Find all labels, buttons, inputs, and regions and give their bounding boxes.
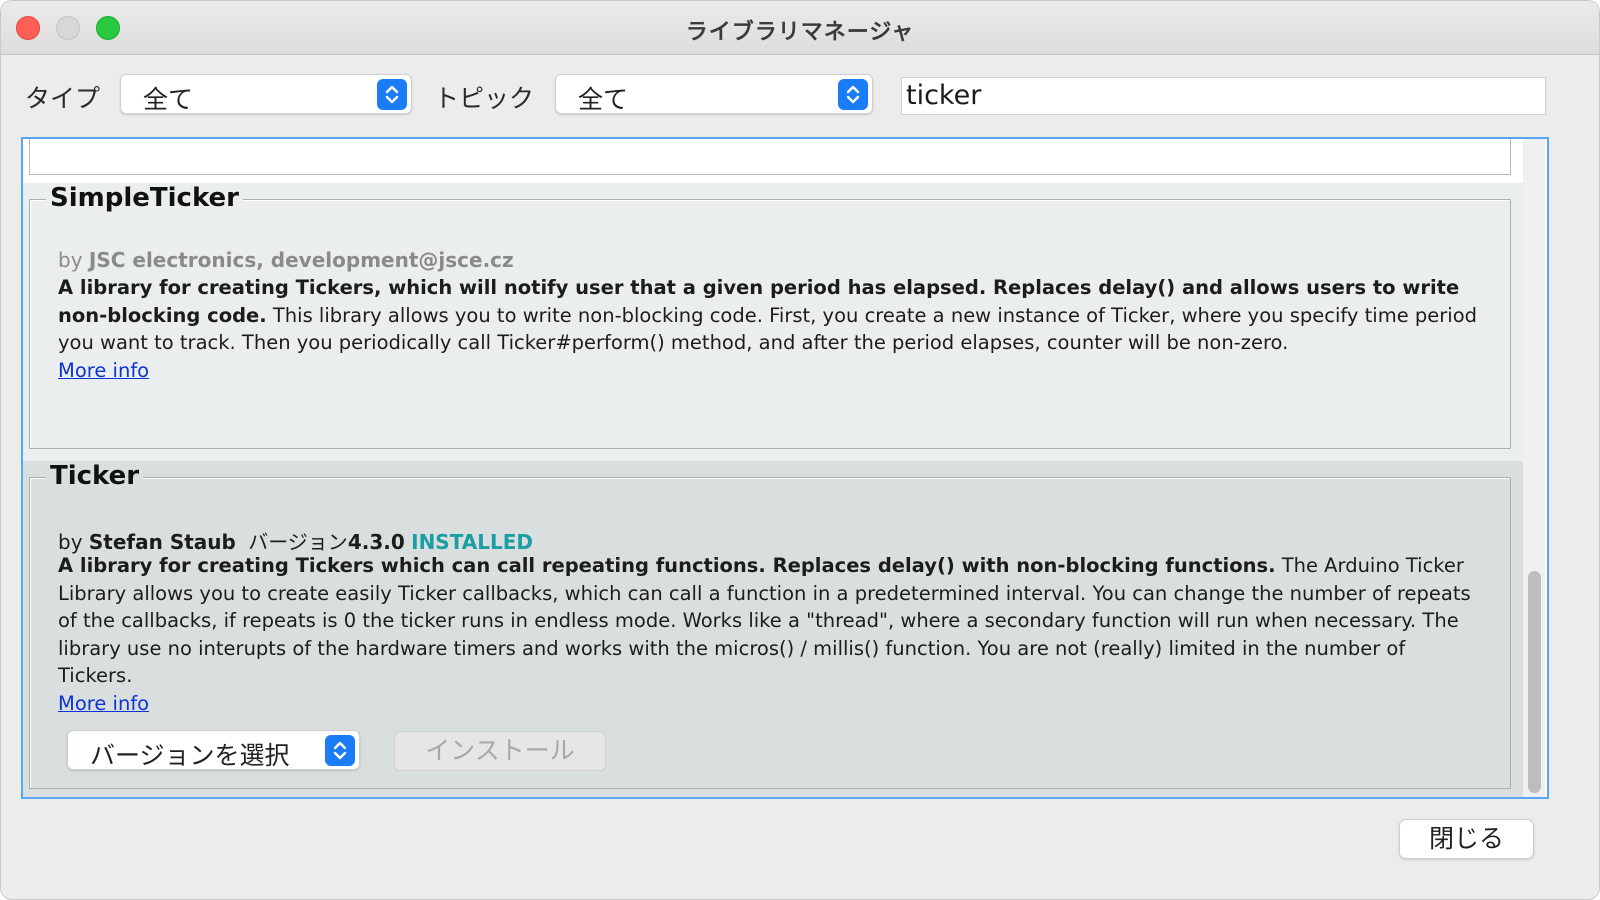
library-byline: by Stefan Staub バージョン4.3.0 INSTALLED xyxy=(58,526,533,555)
topic-filter-select[interactable]: 全て xyxy=(555,74,873,114)
type-filter-value: 全て xyxy=(143,85,194,114)
library-entry-selected[interactable]: Ticker by Stefan Staub バージョン4.3.0 INSTAL… xyxy=(23,461,1523,797)
more-info-link[interactable]: More info xyxy=(58,692,149,715)
library-manager-window: ライブラリマネージャ タイプ 全て トピック 全て ticker SimpleT… xyxy=(0,0,1600,900)
scrollbar-thumb[interactable] xyxy=(1528,571,1541,793)
up-down-stepper-icon xyxy=(838,79,868,110)
by-prefix: by xyxy=(58,530,83,554)
up-down-stepper-icon xyxy=(325,735,355,766)
library-description: A library for creating Tickers which can… xyxy=(58,552,1478,717)
library-name: SimpleTicker xyxy=(46,183,243,213)
title-bar: ライブラリマネージャ xyxy=(1,1,1599,55)
version-select[interactable]: バージョンを選択 xyxy=(67,730,360,770)
installed-badge: INSTALLED xyxy=(411,530,534,554)
scrollbar[interactable] xyxy=(1523,139,1545,797)
library-byline: by JSC electronics, development@jsce.cz xyxy=(58,248,514,272)
type-filter-select[interactable]: 全て xyxy=(120,74,412,114)
library-name: Ticker xyxy=(46,461,144,491)
library-entry[interactable]: SimpleTicker by JSC electronics, develop… xyxy=(23,183,1523,461)
library-details: This library allows you to write non-blo… xyxy=(58,303,1478,355)
topic-filter-label: トピック xyxy=(434,84,535,113)
library-author: JSC electronics, development@jsce.cz xyxy=(88,248,514,272)
version-select-value: バージョンを選択 xyxy=(90,741,290,770)
up-down-stepper-icon xyxy=(377,79,407,110)
type-filter-label: タイプ xyxy=(25,84,101,113)
search-input[interactable]: ticker xyxy=(901,77,1546,115)
library-author: Stefan Staub xyxy=(88,530,236,554)
topic-filter-value: 全て xyxy=(578,85,629,114)
by-prefix: by xyxy=(58,248,83,272)
previous-library-entry xyxy=(23,139,1523,183)
install-button[interactable]: インストール xyxy=(394,731,606,771)
library-summary: A library for creating Tickers which can… xyxy=(58,554,1276,577)
library-description: A library for creating Tickers, which wi… xyxy=(58,274,1478,384)
library-version: 4.3.0 xyxy=(347,530,405,554)
more-info-link[interactable]: More info xyxy=(58,359,149,382)
close-button[interactable]: 閉じる xyxy=(1399,819,1534,859)
version-label: バージョン xyxy=(248,530,348,554)
window-title: ライブラリマネージャ xyxy=(685,20,915,45)
library-list[interactable]: SimpleTicker by JSC electronics, develop… xyxy=(21,137,1549,799)
